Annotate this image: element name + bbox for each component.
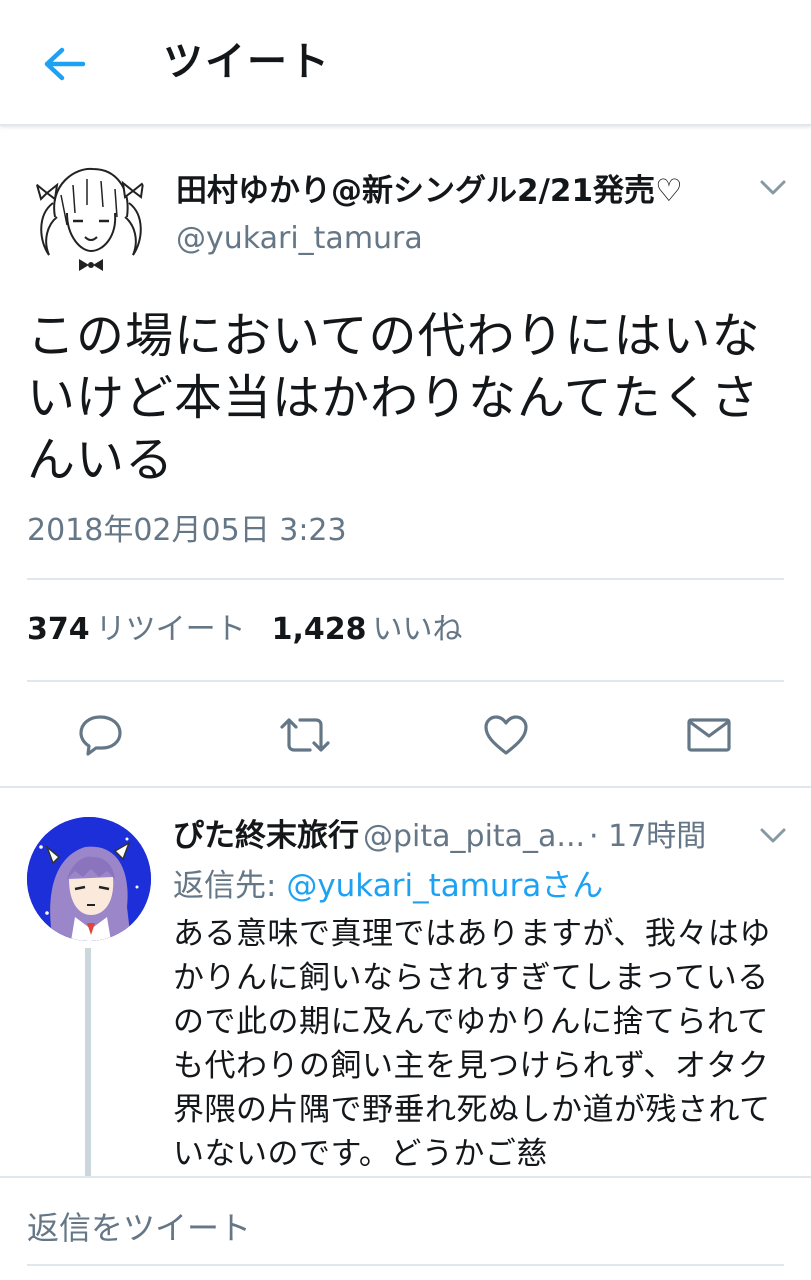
divider [27, 578, 784, 580]
tweet-timestamp: 2018年02月05日 3:23 [27, 513, 347, 548]
chevron-down-icon[interactable] [756, 822, 790, 850]
retweet-count: 374 [27, 612, 90, 647]
retweet-button[interactable] [277, 710, 333, 760]
dm-icon [687, 718, 731, 752]
author-display-name[interactable]: 田村ゆかり@新シングル2/21発売♡ [176, 168, 683, 214]
page-title: ツイート [163, 39, 331, 85]
reply-to-link[interactable]: @yukari_tamuraさん [286, 868, 603, 904]
reply-button[interactable] [76, 710, 126, 760]
divider [27, 680, 784, 682]
reply-icon [79, 715, 122, 756]
dm-button[interactable] [684, 710, 734, 760]
reply-avatar[interactable] [27, 817, 151, 941]
chevron-down-icon[interactable] [756, 174, 790, 202]
reply-text: ある意味で真理ではありますが、我々はゆかりんに飼いならされすぎてしまっているので… [173, 916, 771, 1172]
like-icon [484, 715, 528, 755]
back-button[interactable] [38, 38, 90, 90]
reply-handle[interactable]: @pita_pita_a... [363, 819, 585, 854]
thread-line [85, 948, 91, 1178]
divider [0, 1176, 811, 1178]
arrow-left-icon [44, 47, 86, 81]
reply-to-line: 返信先: @yukari_tamuraさん [173, 862, 603, 910]
tweet-stats: 374 リツイート 1,428 いいね [27, 608, 463, 652]
avatar[interactable] [27, 155, 153, 281]
author-handle[interactable]: @yukari_tamura [176, 218, 423, 260]
reply-time: · 17時間 [589, 819, 707, 854]
compose-underline [27, 1264, 784, 1266]
retweet-stat[interactable]: 374 リツイート [27, 612, 246, 647]
reply-compose-input[interactable]: 返信をツイート [27, 1205, 251, 1251]
reply-header: ぴた終末旅行 @pita_pita_a... · 17時間 [173, 812, 706, 861]
like-label: いいね [372, 612, 463, 647]
like-count: 1,428 [271, 612, 367, 647]
tweet-text: この場においての代わりにはいないけど本当はかわりなんてたくさんいる [27, 308, 761, 488]
like-button[interactable] [481, 710, 531, 760]
retweet-icon [280, 718, 330, 752]
reply-to-prefix: 返信先: [173, 868, 287, 904]
reply-display-name[interactable]: ぴた終末旅行 [173, 818, 359, 854]
top-bar: ツイート [0, 0, 811, 126]
like-stat[interactable]: 1,428 いいね [272, 612, 463, 647]
divider [0, 786, 811, 788]
retweet-label: リツイート [95, 612, 246, 647]
